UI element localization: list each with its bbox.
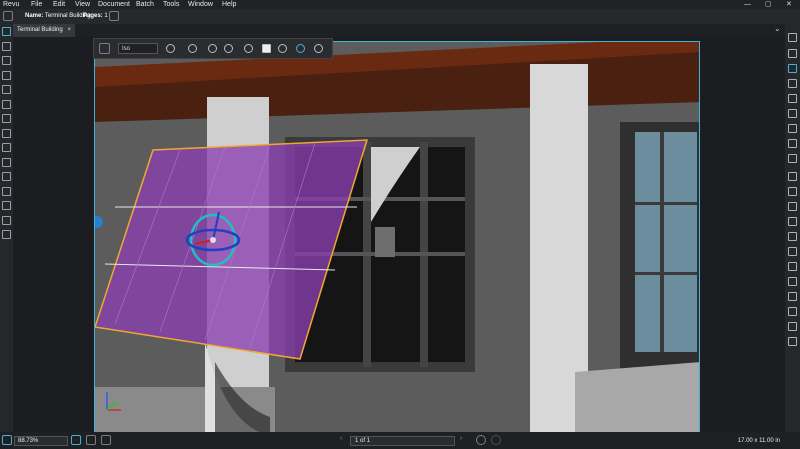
left-panel-toolbar (0, 24, 13, 432)
bookmarks-icon[interactable] (2, 42, 11, 51)
note-tool-icon[interactable] (788, 49, 797, 58)
callout-tool-icon[interactable] (788, 94, 797, 103)
page-dimensions: 17.00 x 11.00 in (737, 438, 780, 444)
orbit-icon[interactable] (188, 44, 197, 53)
maximize-button[interactable]: ▢ (765, 0, 772, 9)
thumbnails-icon[interactable] (2, 27, 11, 36)
markups-list-icon[interactable] (2, 100, 11, 109)
shape-tool-icon[interactable] (788, 307, 797, 316)
dimension-tool-icon[interactable] (788, 217, 797, 226)
fit-view-icon[interactable] (99, 43, 110, 54)
zoom-level-field[interactable]: 88.73% (14, 436, 68, 446)
right-tools-toolbar (785, 24, 800, 432)
select-tool-icon[interactable] (244, 44, 253, 53)
select-mode-icon[interactable] (71, 435, 81, 445)
menu-revu[interactable]: Revu (3, 0, 19, 9)
explode-icon[interactable] (314, 44, 323, 53)
tab-close-icon[interactable]: × (67, 24, 71, 37)
polyline-tool-icon[interactable] (788, 232, 797, 241)
cloud-tool-icon[interactable] (788, 292, 797, 301)
play-animation-icon[interactable] (166, 44, 175, 53)
page-navigator[interactable]: 1 of 1 (350, 436, 455, 446)
page-indicator: 1 of 1 (355, 438, 371, 444)
next-page-icon[interactable]: › (460, 435, 462, 442)
links-icon[interactable] (2, 187, 11, 196)
signatures-icon[interactable] (2, 85, 11, 94)
status-mode-icon[interactable] (2, 435, 12, 445)
pages-label: Pages: (83, 13, 103, 19)
forms-icon[interactable] (2, 172, 11, 181)
tags-icon[interactable] (2, 201, 11, 210)
tab-terminal-building[interactable]: Terminal Building × (13, 24, 75, 37)
spaces-icon[interactable] (2, 158, 11, 167)
menu-window[interactable]: Window (188, 0, 213, 9)
menu-file[interactable]: File (31, 0, 42, 9)
area-tool-icon[interactable] (788, 337, 797, 346)
pen-tool-icon[interactable] (788, 64, 797, 73)
save-icon[interactable] (2, 216, 11, 225)
circle-tool-icon[interactable] (788, 262, 797, 271)
tab-overflow-icon[interactable]: ⌄ (774, 24, 781, 33)
document-properties-icon[interactable] (109, 11, 119, 21)
page-count: 1 (104, 13, 108, 19)
3d-scene (95, 42, 699, 432)
menu-tools[interactable]: Tools (163, 0, 179, 9)
menu-document[interactable]: Document (98, 0, 130, 9)
status-bar: 88.73% ‹ 1 of 1 › 17.00 x 11.00 in (0, 432, 800, 449)
tab-bar (0, 24, 800, 37)
text-tool-icon[interactable] (788, 33, 797, 42)
ellipse-tool-icon[interactable] (788, 109, 797, 118)
prev-page-icon[interactable]: ‹ (340, 435, 342, 442)
menu-view[interactable]: View (75, 0, 90, 9)
view-preset-value: Iso (122, 46, 131, 52)
measure-tool-icon[interactable] (788, 322, 797, 331)
axis-icon[interactable] (296, 44, 305, 53)
minimize-button[interactable]: — (744, 0, 751, 9)
pan-icon[interactable] (224, 44, 233, 53)
arc-tool-icon[interactable] (788, 202, 797, 211)
close-button[interactable]: ✕ (786, 0, 792, 9)
menu-bar: Revu File Edit View Document Batch Tools… (0, 0, 800, 9)
stamp-tool-icon[interactable] (788, 124, 797, 133)
pan-mode-icon[interactable] (86, 435, 96, 445)
layers-icon[interactable] (2, 71, 11, 80)
arrow-tool-icon[interactable] (788, 187, 797, 196)
highlight-tool-icon[interactable] (788, 79, 797, 88)
cube-icon[interactable] (278, 44, 287, 53)
3d-toolbar: Iso (93, 38, 333, 59)
crop-tool-icon[interactable] (788, 154, 797, 163)
search-icon[interactable] (2, 230, 11, 239)
snap-icon[interactable] (101, 435, 111, 445)
tab-label: Terminal Building (17, 27, 63, 33)
window-glass-right (635, 132, 697, 352)
document-info-bar: Name: Terminal Building Pages: 1 (0, 9, 800, 24)
document-menu-icon[interactable] (3, 11, 13, 21)
tool-chest-icon[interactable] (2, 114, 11, 123)
3d-model-viewport[interactable] (94, 41, 700, 433)
image-tool-icon[interactable] (788, 139, 797, 148)
window-controls: — ▢ ✕ (740, 0, 800, 9)
menu-edit[interactable]: Edit (53, 0, 65, 9)
studio-icon[interactable] (2, 129, 11, 138)
line-tool-icon[interactable] (788, 172, 797, 181)
menu-help[interactable]: Help (222, 0, 236, 9)
view-preset-select[interactable]: Iso (118, 43, 158, 54)
forward-view-icon[interactable] (491, 435, 501, 445)
render-mode-icon[interactable] (262, 44, 271, 53)
name-label: Name: (25, 13, 44, 19)
zoom-value: 88.73% (18, 438, 39, 444)
menu-batch[interactable]: Batch (136, 0, 154, 9)
back-view-icon[interactable] (476, 435, 486, 445)
section-plane-icon[interactable] (208, 44, 217, 53)
file-access-icon[interactable] (2, 56, 11, 65)
polygon-tool-icon[interactable] (788, 277, 797, 286)
rectangle-tool-icon[interactable] (788, 247, 797, 256)
measurements-icon[interactable] (2, 143, 11, 152)
